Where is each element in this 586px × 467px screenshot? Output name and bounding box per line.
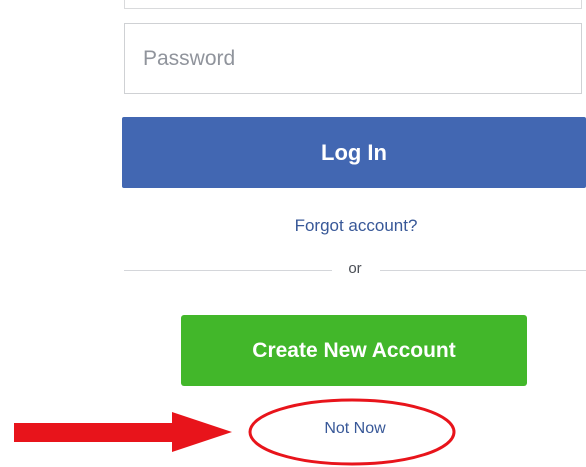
create-account-button[interactable]: Create New Account (181, 315, 527, 386)
login-button[interactable]: Log In (122, 117, 586, 188)
password-field[interactable] (124, 23, 582, 94)
not-now-link[interactable]: Not Now (270, 420, 440, 438)
divider-left-line (124, 270, 332, 271)
forgot-account-link[interactable]: Forgot account? (240, 216, 472, 236)
email-field-partial[interactable] (124, 0, 582, 9)
divider-right-line (380, 270, 586, 271)
login-page: Log In Forgot account? or Create New Acc… (0, 0, 586, 467)
red-arrow-icon (14, 412, 232, 452)
divider-or-label: or (348, 260, 362, 277)
